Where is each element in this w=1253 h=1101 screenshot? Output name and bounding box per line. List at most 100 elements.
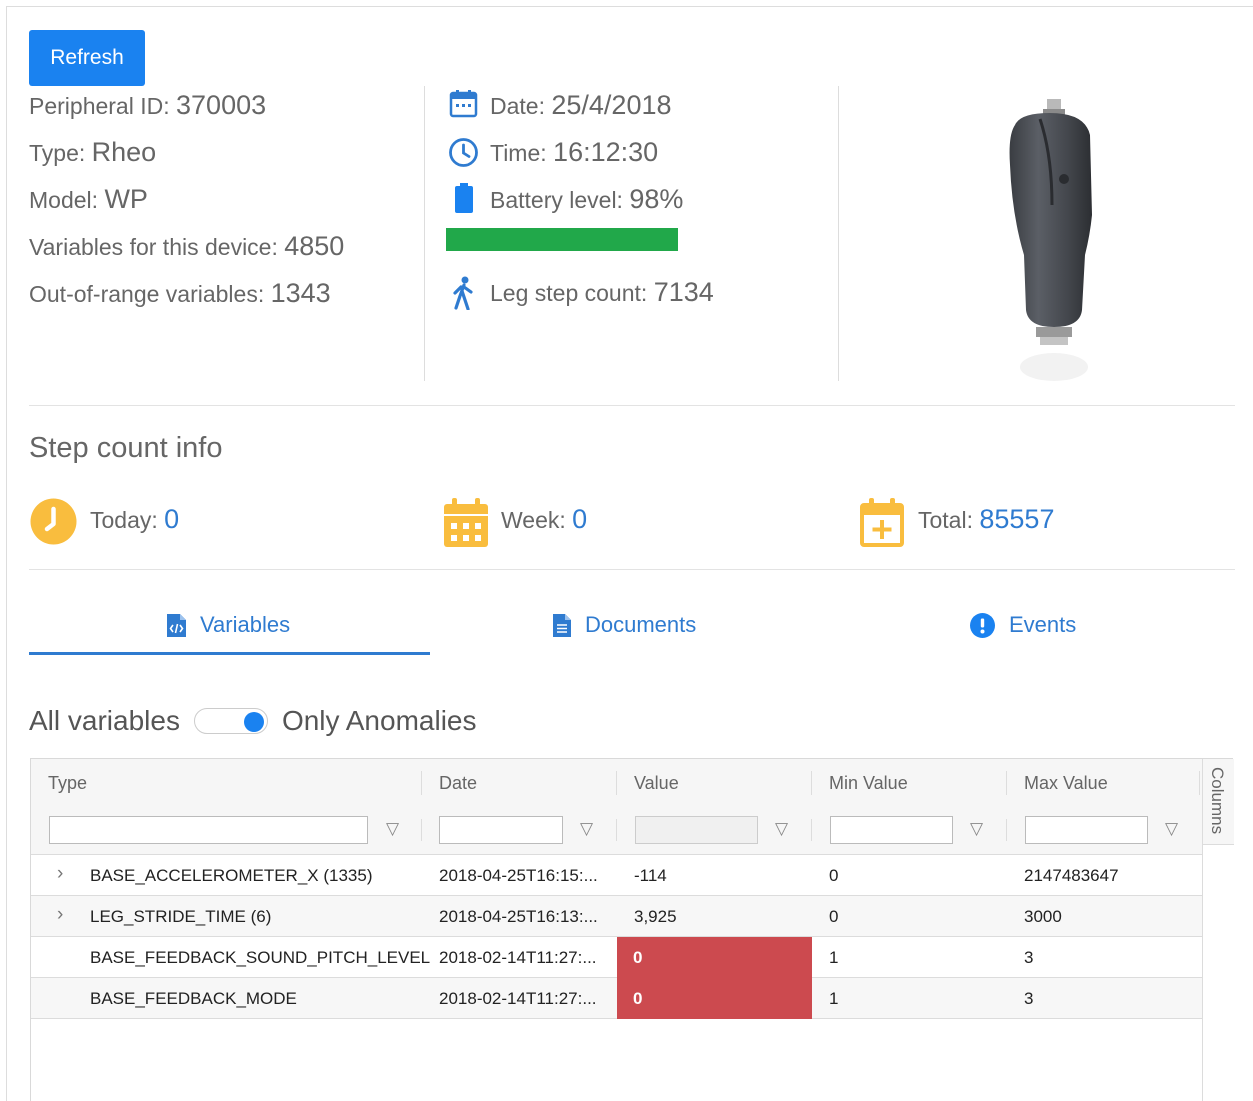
step-total-value: 85557 (979, 504, 1055, 534)
device-model-label: Model: (29, 187, 105, 213)
calendar-plus-icon (860, 498, 904, 552)
peripheral-id-label: Peripheral ID: (29, 93, 177, 119)
column-header-max[interactable]: Max Value (1024, 773, 1108, 794)
cell-max: 2147483647 (1024, 866, 1119, 885)
step-today-value: 0 (164, 504, 180, 534)
cell-date: 2018-02-14T11:27:... (439, 989, 597, 1008)
out-of-range-value: 1343 (270, 278, 331, 308)
peripheral-id: Peripheral ID: 370003 (29, 90, 266, 121)
column-header-min[interactable]: Min Value (829, 773, 908, 794)
filter-max-input[interactable] (1025, 816, 1148, 844)
out-of-range-count: Out-of-range variables: 1343 (29, 278, 331, 309)
column-separator[interactable] (616, 771, 617, 795)
cell-type: BASE_FEEDBACK_MODE (90, 989, 297, 1008)
cell-date: 2018-02-14T11:27:... (439, 948, 597, 967)
out-of-range-label: Out-of-range variables: (29, 281, 271, 307)
filter-icon[interactable]: ▽ (775, 819, 788, 839)
peripheral-id-value: 370003 (176, 90, 267, 120)
cell-max: 3000 (1024, 907, 1062, 926)
all-variables-label: All variables (29, 705, 180, 736)
expand-chevron-icon[interactable]: › (57, 863, 63, 885)
device-type: Type: Rheo (29, 137, 156, 168)
filter-type-input[interactable] (49, 816, 368, 844)
leg-step-count-value: 7134 (653, 277, 714, 307)
cell-value: -114 (634, 866, 667, 885)
battery-icon (455, 183, 473, 218)
column-divider (424, 86, 425, 381)
walking-person-icon (451, 276, 477, 315)
expand-chevron-icon[interactable]: › (57, 904, 63, 926)
tab-variables[interactable]: Variables (167, 600, 290, 650)
step-week-label: Week: (501, 507, 573, 533)
column-separator (1199, 771, 1200, 795)
battery-level: Battery level: 98% (490, 184, 683, 215)
exclamation-circle-icon (970, 612, 995, 638)
filter-separator (811, 819, 812, 841)
filter-date-input[interactable] (439, 816, 563, 844)
filter-icon[interactable]: ▽ (1165, 819, 1178, 839)
column-header-date[interactable]: Date (439, 773, 477, 794)
cell-min: 1 (829, 989, 839, 1008)
cell-type: LEG_STRIDE_TIME (6) (90, 907, 272, 926)
active-tab-indicator (29, 652, 430, 655)
filter-value-input[interactable] (635, 816, 758, 844)
only-anomalies-label: Only Anomalies (281, 705, 477, 736)
cell-max: 3 (1024, 948, 1034, 967)
step-today: Today: 0 (90, 504, 179, 535)
clock-icon (30, 498, 77, 550)
table-row[interactable]: BASE_FEEDBACK_SOUND_PITCH_LEVEL 2018-02-… (31, 937, 1202, 978)
step-week-value: 0 (572, 504, 588, 534)
device-type-value: Rheo (91, 137, 157, 167)
cell-type: BASE_ACCELEROMETER_X (1335) (90, 866, 373, 885)
calendar-icon (449, 89, 478, 123)
filter-min-input[interactable] (830, 816, 953, 844)
column-separator[interactable] (421, 771, 422, 795)
filter-icon[interactable]: ▽ (580, 819, 593, 839)
table-row[interactable]: BASE_FEEDBACK_MODE 2018-02-14T11:27:... … (31, 978, 1202, 1019)
document-icon (553, 613, 571, 637)
columns-tool-label: Columns (1208, 767, 1227, 835)
filter-icon[interactable]: ▽ (386, 819, 399, 839)
cell-value-anomaly: 0 (617, 978, 812, 1019)
device-model: Model: WP (29, 184, 148, 215)
battery-level-value: 98% (629, 184, 684, 214)
anomaly-filter: All variables Only Anomalies (29, 705, 477, 737)
variables-count-value: 4850 (284, 231, 345, 261)
column-header-value[interactable]: Value (634, 773, 679, 794)
cell-value: 3,925 (634, 907, 677, 926)
tab-documents[interactable]: Documents (553, 600, 696, 650)
status-date-label: Date: (490, 93, 552, 119)
filter-separator (616, 819, 617, 841)
code-file-icon (167, 613, 186, 637)
grid-header: Type Date Value Min Value Max Value ▽ ▽ … (31, 759, 1202, 855)
step-week: Week: 0 (501, 504, 587, 535)
column-separator[interactable] (1006, 771, 1007, 795)
column-separator[interactable] (811, 771, 812, 795)
cell-min: 0 (829, 907, 839, 926)
calendar-week-icon (444, 498, 488, 552)
tab-events-label: Events (1009, 612, 1077, 637)
tab-events[interactable]: Events (970, 600, 1076, 650)
cell-date: 2018-04-25T16:13:... (439, 907, 598, 926)
cell-min: 0 (829, 866, 839, 885)
section-divider (29, 405, 1235, 406)
clock-icon (448, 137, 479, 173)
cell-min: 1 (829, 948, 839, 967)
device-model-value: WP (104, 184, 148, 214)
columns-tool-tab[interactable]: Columns (1203, 759, 1234, 845)
table-row[interactable]: › LEG_STRIDE_TIME (6) 2018-04-25T16:13:.… (31, 896, 1202, 937)
refresh-button[interactable]: Refresh (29, 30, 145, 86)
columns-side-panel: Columns (1202, 759, 1234, 1101)
column-header-type[interactable]: Type (48, 773, 87, 794)
filter-separator (1006, 819, 1007, 841)
table-row[interactable]: › BASE_ACCELEROMETER_X (1335) 2018-04-25… (31, 855, 1202, 896)
battery-bar-fill (446, 228, 679, 251)
anomaly-toggle[interactable] (193, 708, 268, 734)
section-divider (29, 569, 1235, 570)
filter-separator (421, 819, 422, 841)
status-date: Date: 25/4/2018 (490, 90, 672, 121)
leg-step-count: Leg step count: 7134 (490, 277, 714, 308)
cell-date: 2018-04-25T16:15:... (439, 866, 598, 885)
filter-icon[interactable]: ▽ (970, 819, 983, 839)
toggle-knob (243, 712, 264, 732)
